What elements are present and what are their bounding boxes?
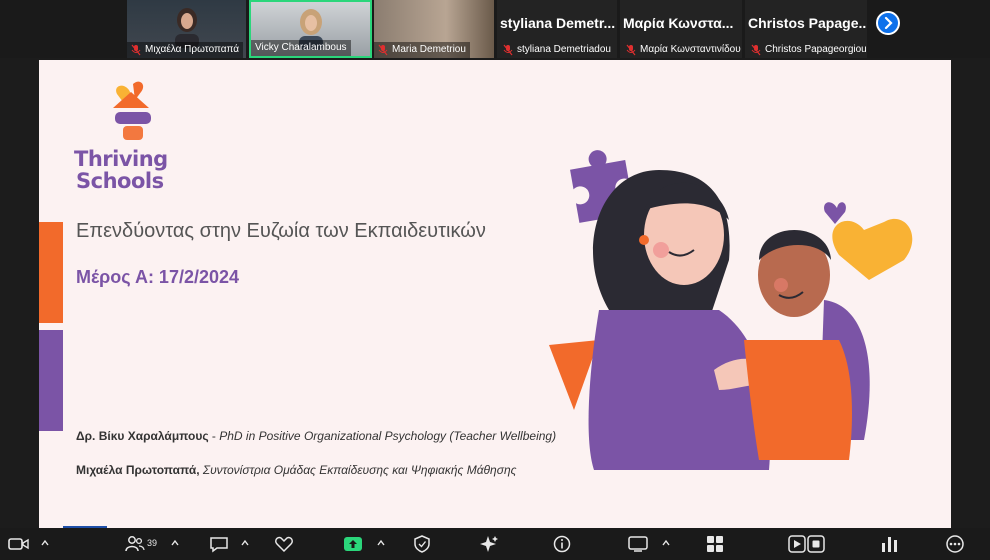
presenter-name: Δρ. Βίκυ Χαραλάμπους xyxy=(76,429,209,443)
chevron-up-icon[interactable] xyxy=(241,539,249,547)
logo-line-1: Thriving xyxy=(74,147,168,171)
participant-tile[interactable]: Μιχαέλα Πρωτοπαπά xyxy=(127,0,246,58)
participant-name: Μιχαέλα Πρωτοπαπά xyxy=(127,42,244,58)
credit-separator: - xyxy=(208,429,220,443)
participant-tile[interactable]: Christos Papage... Christos Papageorgiou xyxy=(745,0,867,58)
shared-screen-slide: Thriving Schools Επενδύοντας στην Ευζωία… xyxy=(39,60,951,528)
view-button[interactable] xyxy=(628,535,648,555)
chevron-right-icon xyxy=(884,16,893,30)
presenter-role: PhD in Positive Organizational Psycholog… xyxy=(219,429,557,443)
chevron-up-icon[interactable] xyxy=(41,539,49,547)
mic-off-icon xyxy=(378,44,388,56)
logo-wordmark: Thriving Schools xyxy=(74,148,168,192)
video-button[interactable] xyxy=(8,535,30,555)
teacher-student-illustration xyxy=(549,150,913,470)
mic-off-icon xyxy=(503,44,513,56)
share-screen-button[interactable] xyxy=(343,535,363,555)
participant-tile[interactable]: styliana Demetr... styliana Demetriadou xyxy=(497,0,617,58)
participant-display-name: styliana Demetr... xyxy=(500,15,616,31)
mic-off-icon xyxy=(751,44,761,56)
chat-button[interactable] xyxy=(209,535,229,555)
participant-tile[interactable]: Maria Demetriou xyxy=(374,0,494,58)
record-icon xyxy=(788,535,825,553)
presenter-name: Μιχαέλα Πρωτοπαπά, xyxy=(76,463,200,477)
slide-subtitle: Μέρος Α: 17/2/2024 xyxy=(76,267,240,287)
reactions-button[interactable] xyxy=(274,535,294,555)
participants-count: 39 xyxy=(147,538,158,548)
participants-button[interactable] xyxy=(125,535,145,555)
participant-name: Maria Demetriou xyxy=(374,42,470,58)
chevron-up-icon[interactable] xyxy=(171,539,179,547)
mic-off-icon xyxy=(626,44,636,56)
more-icon xyxy=(946,535,964,553)
participant-tile[interactable]: Μαρία Κωνστα... Μαρία Κωνσταντινίδου xyxy=(620,0,742,58)
chevron-up-icon[interactable] xyxy=(377,539,385,547)
mic-off-icon xyxy=(131,44,141,56)
sparkle-icon xyxy=(480,536,498,552)
meeting-window: Μιχαέλα Πρωτοπαπά Vicky Charalambous Mar… xyxy=(0,0,990,560)
heart-icon xyxy=(275,536,293,553)
bar-chart-icon xyxy=(882,537,897,552)
share-screen-icon xyxy=(344,537,362,551)
participant-display-name: Christos Papage... xyxy=(748,15,867,31)
participant-display-name: Μαρία Κωνστα... xyxy=(623,15,734,31)
video-camera-icon xyxy=(8,538,29,550)
participant-name: Μαρία Κωνσταντινίδου xyxy=(640,44,741,55)
participant-name: Vicky Charalambous xyxy=(251,40,351,56)
meeting-toolbar: 39 xyxy=(0,528,990,560)
participant-tile-active-speaker[interactable]: Vicky Charalambous xyxy=(249,0,372,58)
slide-title: Επενδύοντας στην Ευζωία των Εκπαιδευτικώ… xyxy=(76,220,486,242)
screen-icon xyxy=(628,536,648,552)
purple-accent-bar xyxy=(39,330,63,431)
participant-strip: Μιχαέλα Πρωτοπαπά Vicky Charalambous Mar… xyxy=(0,0,990,58)
apps-button[interactable] xyxy=(706,535,724,555)
record-button[interactable] xyxy=(788,535,826,555)
participant-name: styliana Demetriadou xyxy=(517,44,611,55)
info-button[interactable] xyxy=(553,535,571,555)
presenter-credit: Μιχαέλα Πρωτοπαπά, Συντονίστρια Ομάδας Ε… xyxy=(76,463,516,477)
logo-line-2: Schools xyxy=(76,169,164,193)
more-button[interactable] xyxy=(945,535,965,555)
presenter-credit: Δρ. Βίκυ Χαραλάμπους - PhD in Positive O… xyxy=(76,429,556,443)
presenter-role: Συντονίστρια Ομάδας Εκπαίδευσης και Ψηφι… xyxy=(199,463,517,477)
ai-companion-button[interactable] xyxy=(479,535,499,555)
chat-icon xyxy=(210,537,228,553)
stats-button[interactable] xyxy=(880,535,900,555)
chevron-up-icon[interactable] xyxy=(662,539,670,547)
shield-icon xyxy=(414,535,430,553)
participants-icon xyxy=(125,536,145,552)
participant-name: Christos Papageorgiou xyxy=(765,44,867,55)
next-page-button[interactable] xyxy=(876,11,900,35)
grid-icon xyxy=(707,536,723,552)
security-button[interactable] xyxy=(413,535,431,555)
info-icon xyxy=(553,535,571,553)
orange-accent-bar xyxy=(39,222,63,323)
